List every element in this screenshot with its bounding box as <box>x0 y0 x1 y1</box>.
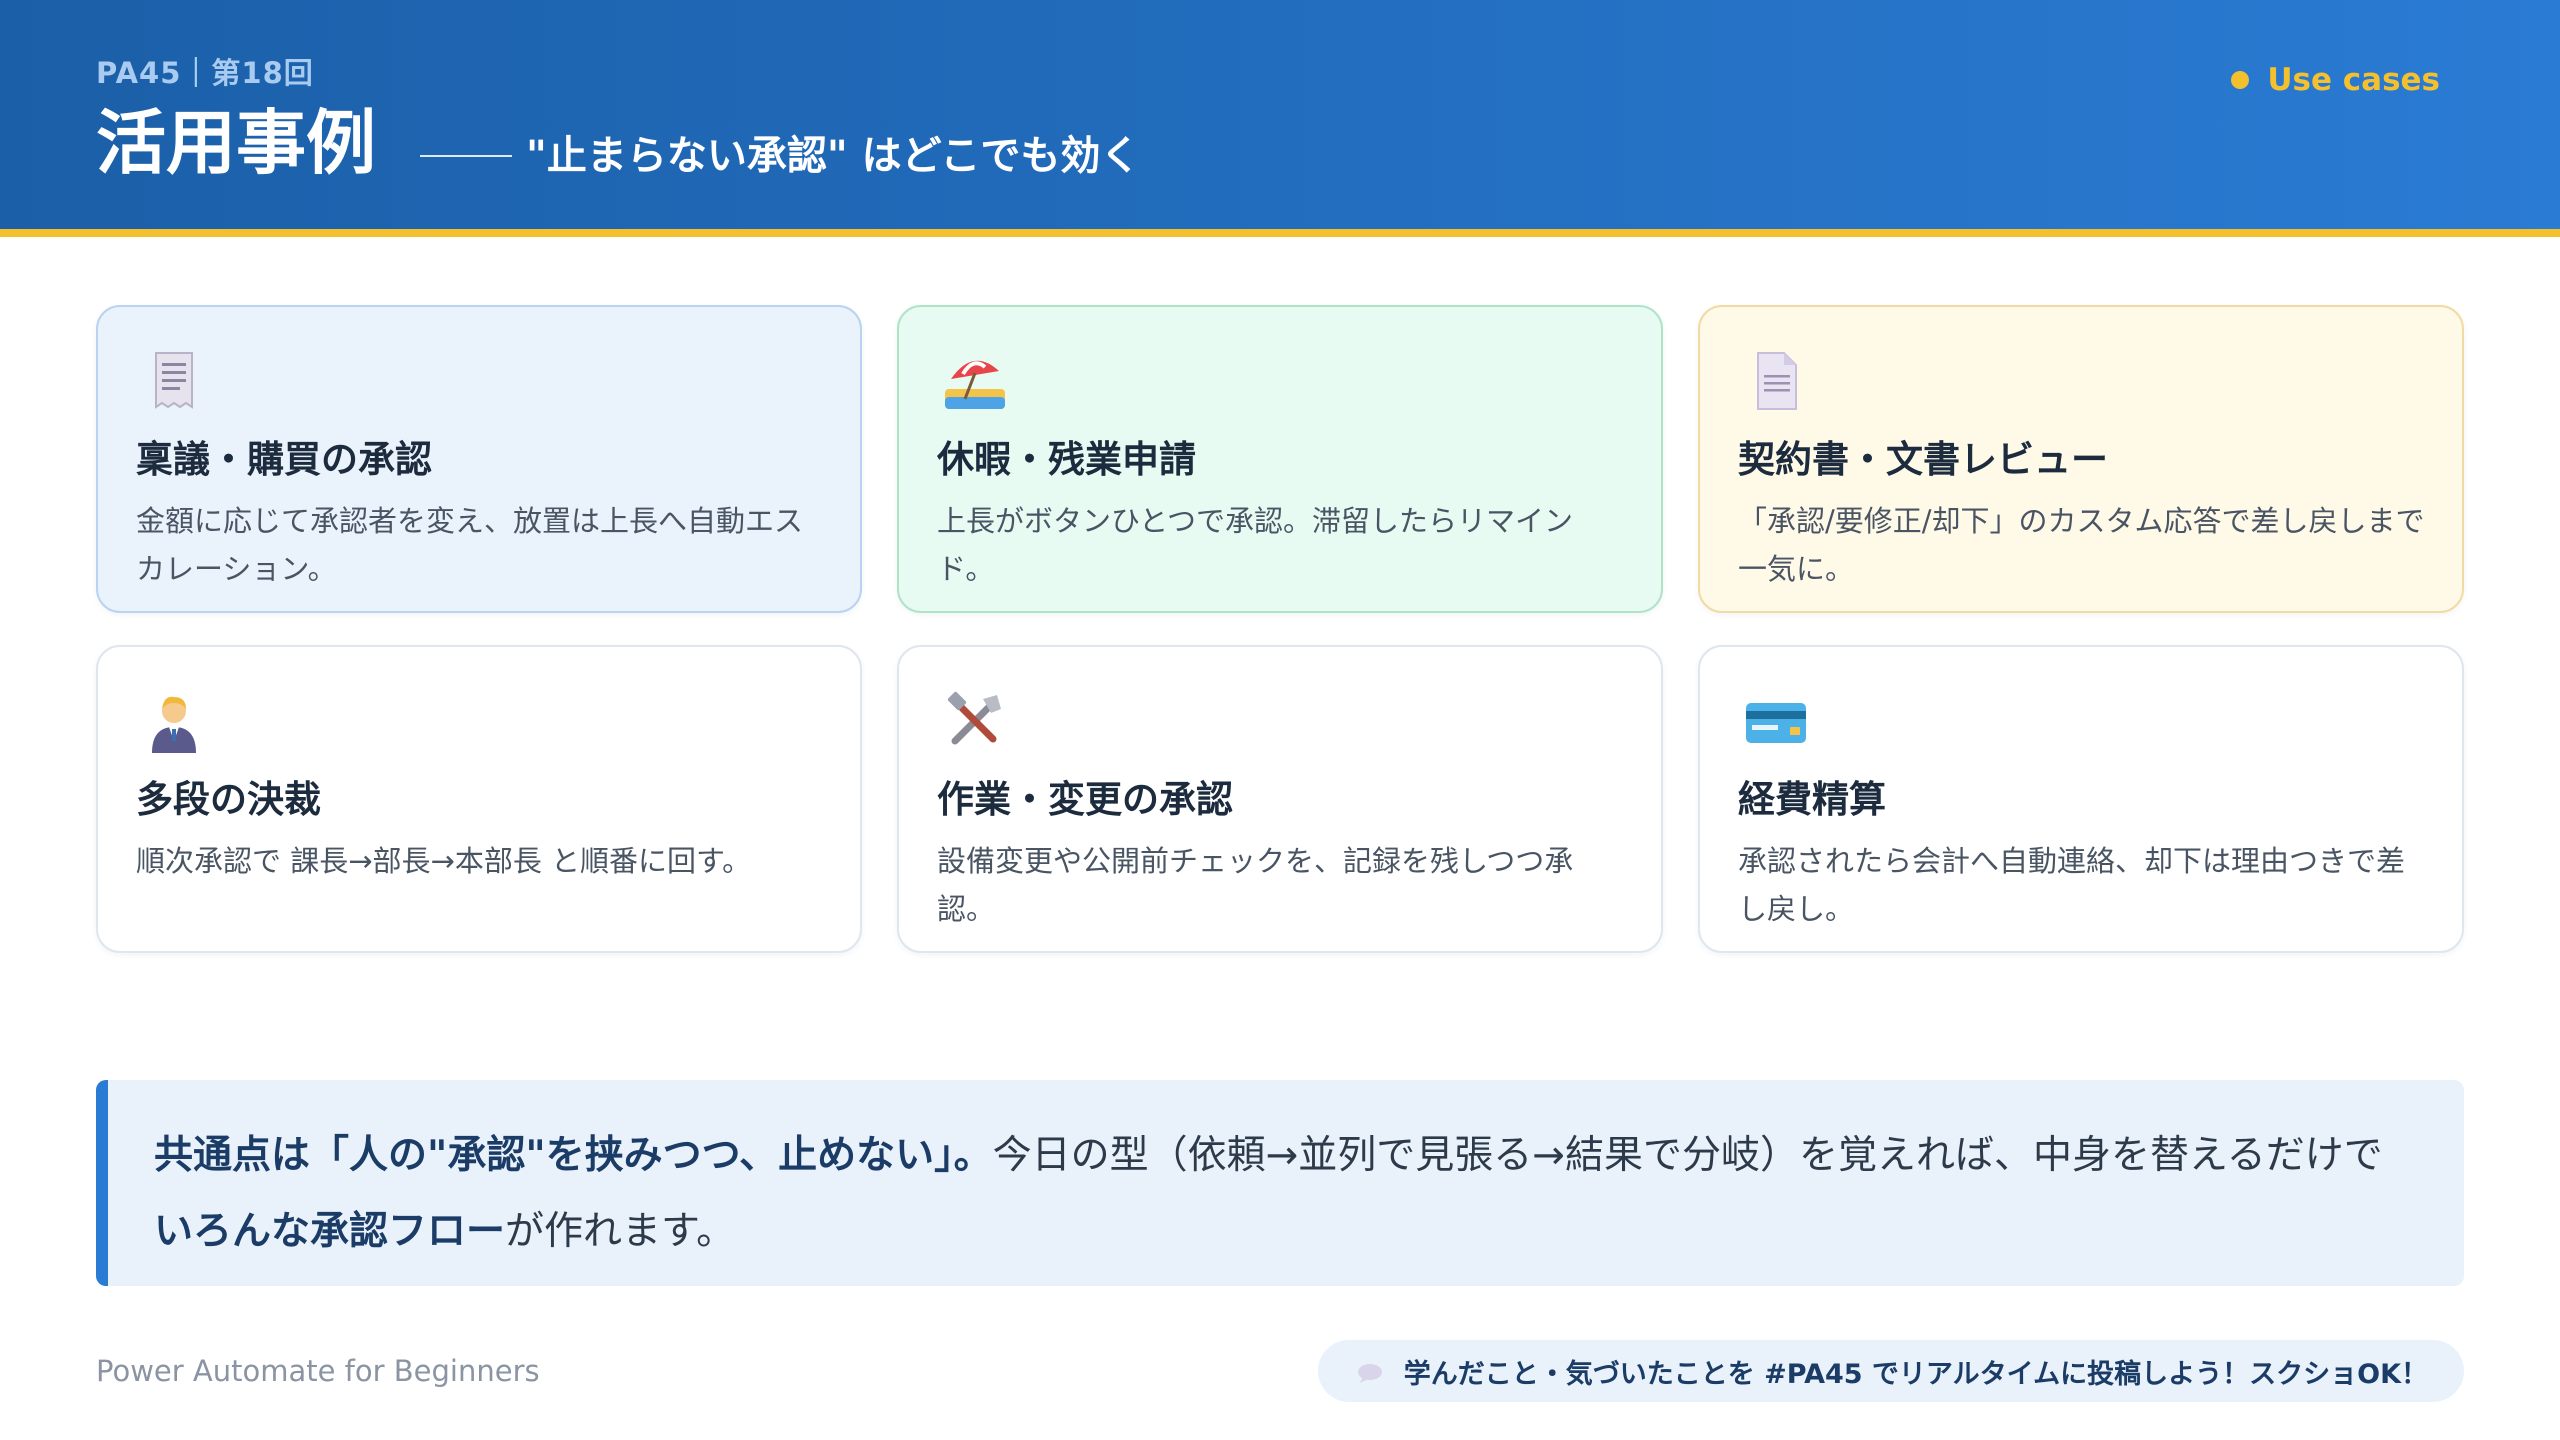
subtitle-dash <box>420 155 512 157</box>
card-title: 多段の決裁 <box>136 778 321 821</box>
page-title: 活用事例 <box>96 102 376 184</box>
card-title: 稟議・購買の承認 <box>136 438 432 481</box>
page-subtitle: "止まらない承認" はどこでも効く <box>420 126 1140 186</box>
card-title: 休暇・残業申請 <box>937 438 1196 481</box>
callout-text-2: が作れます。 <box>505 1209 736 1254</box>
credit-card-icon <box>1744 689 1808 753</box>
card-work-change-approval: 作業・変更の承認 設備変更や公開前チェックを、記録を残しつつ承認。 <box>897 645 1663 953</box>
callout-text: 今日の型（依頼→並列で見張る→結果で分岐）を覚えれば、中身を替えるだけで <box>992 1133 2383 1178</box>
card-description: 承認されたら会計へ自動連絡、却下は理由つきで差し戻し。 <box>1738 844 2406 926</box>
card-title: 経費精算 <box>1738 778 1886 821</box>
header-accent-rule <box>0 229 2560 237</box>
card-multistage-approval: 多段の決裁 順次承認で 課長→部長→本部長 と順番に回す。 <box>96 645 862 953</box>
callout-emphasis: 共通点は「人の"承認"を挟みつつ、止めない」。 <box>154 1133 993 1178</box>
card-ringi-purchase: 稟議・購買の承認 金額に応じて承認者を変え、放置は上長へ自動エスカレーション。 <box>96 305 862 613</box>
manager-icon <box>142 689 206 753</box>
section-tag: Use cases <box>2231 62 2440 98</box>
card-expense-settlement: 経費精算 承認されたら会計へ自動連絡、却下は理由つきで差し戻し。 <box>1698 645 2464 953</box>
card-title: 契約書・文書レビュー <box>1738 438 2108 481</box>
footer-course-name: Power Automate for Beginners <box>96 1354 540 1388</box>
subtitle-text: "止まらない承認" はどこでも効く <box>526 133 1141 179</box>
summary-callout: 共通点は「人の"承認"を挟みつつ、止めない」。今日の型（依頼→並列で見張る→結果… <box>96 1080 2464 1286</box>
card-description: 金額に応じて承認者を変え、放置は上長へ自動エスカレーション。 <box>136 504 804 586</box>
tools-icon <box>943 689 1007 753</box>
header-banner: PA45｜第18回 活用事例 "止まらない承認" はどこでも効く Use cas… <box>0 0 2560 229</box>
receipt-icon <box>142 349 206 413</box>
card-title: 作業・変更の承認 <box>937 778 1233 821</box>
footer-hashtag-pill: 学んだこと・気づいたことを #PA45 でリアルタイムに投稿しよう！スクショOK… <box>1317 1340 2464 1402</box>
series-label: PA45｜第18回 <box>96 56 314 90</box>
callout-emphasis-2: いろんな承認フロー <box>154 1209 506 1254</box>
speech-bubble-icon <box>1356 1360 1384 1383</box>
card-contract-review: 契約書・文書レビュー 「承認/要修正/却下」のカスタム応答で差し戻しまで一気に。 <box>1698 305 2464 613</box>
card-description: 上長がボタンひとつで承認。滞留したらリマインド。 <box>937 504 1573 586</box>
tag-dot-icon <box>2231 71 2250 89</box>
card-description: 順次承認で 課長→部長→本部長 と順番に回す。 <box>136 844 752 878</box>
tag-label: Use cases <box>2267 62 2440 98</box>
document-icon <box>1744 349 1808 413</box>
card-leave-overtime: 休暇・残業申請 上長がボタンひとつで承認。滞留したらリマインド。 <box>897 305 1663 613</box>
beach-umbrella-icon <box>943 349 1007 413</box>
footer-pill-text: 学んだこと・気づいたことを #PA45 でリアルタイムに投稿しよう！スクショOK… <box>1403 1358 2429 1390</box>
card-description: 設備変更や公開前チェックを、記録を残しつつ承認。 <box>937 844 1574 926</box>
card-description: 「承認/要修正/却下」のカスタム応答で差し戻しまで一気に。 <box>1738 504 2425 586</box>
